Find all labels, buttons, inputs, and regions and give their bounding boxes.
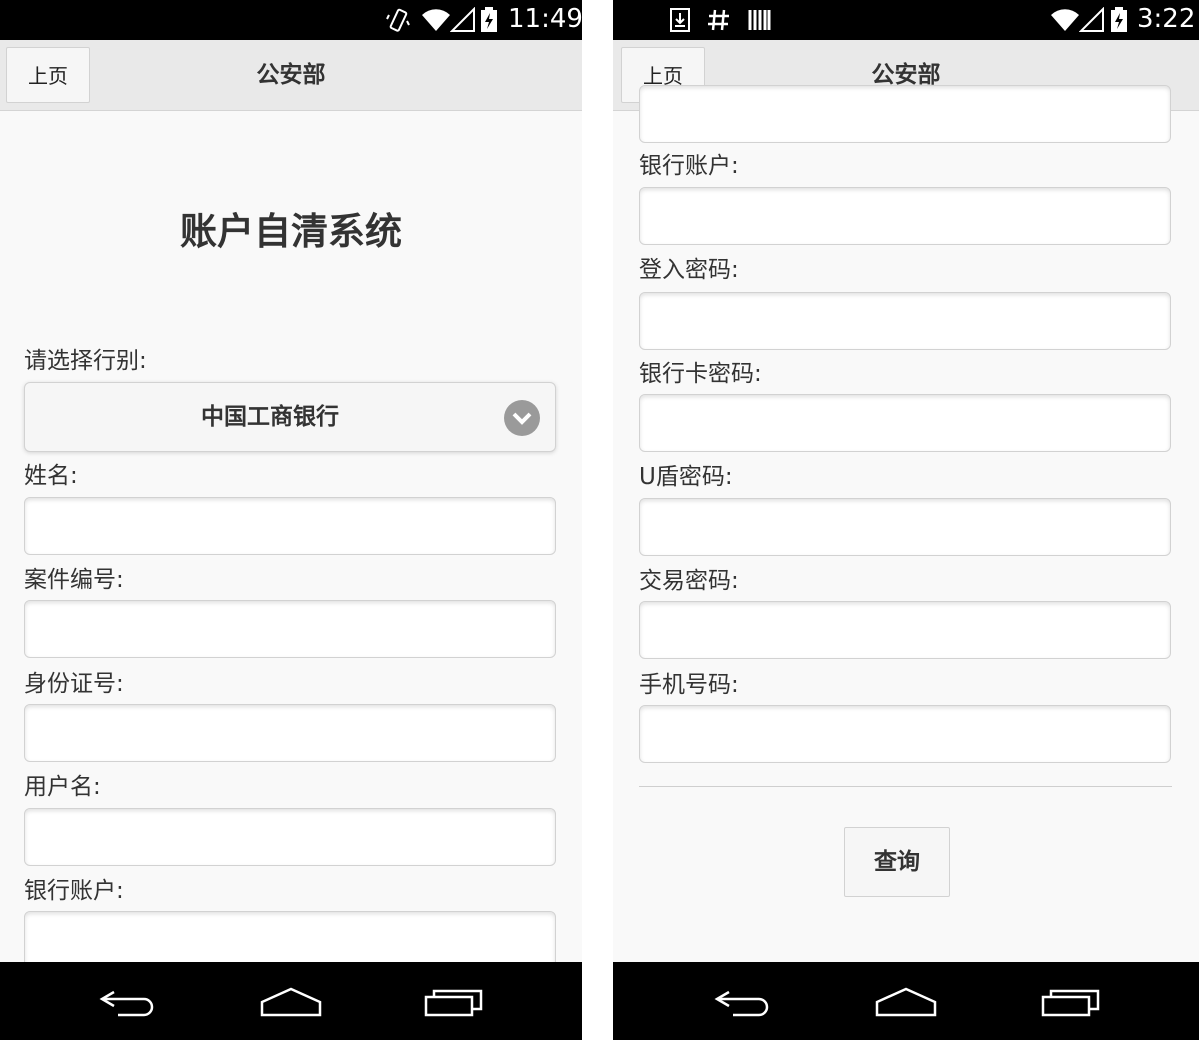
bank-select-value: 中国工商银行 [201,404,339,430]
phone-number-label: 手机号码: [639,672,739,698]
transaction-password-label: 交易密码: [639,568,739,594]
name-field[interactable] [24,497,556,555]
home-icon[interactable] [259,986,323,1018]
usb-key-password-label: U盾密码: [639,464,733,490]
page-title: 账户自清系统 [180,210,402,253]
recents-icon[interactable] [1040,986,1102,1018]
app-header: 公安部 上页 [0,40,582,111]
back-icon[interactable] [713,986,773,1018]
bank-account-field[interactable] [24,911,556,969]
name-label: 姓名: [24,463,78,489]
status-time: 11:49 [508,4,582,34]
barcode-icon [748,10,771,30]
login-password-field[interactable] [639,292,1171,350]
bank-account-label: 银行账户: [24,878,124,904]
hash-icon [708,9,729,31]
status-time: 3:22 [1137,4,1196,34]
status-bar: 11:49 [0,0,582,40]
form-content: 账户自清系统 请选择行别: 中国工商银行 姓名: 案件编号: 身份证号: 用户名… [0,111,582,969]
case-number-label: 案件编号: [24,567,124,593]
id-number-field[interactable] [24,704,556,762]
phone-number-field[interactable] [639,705,1171,763]
status-bar: 3:22 [613,0,1199,40]
previous-field-partial[interactable] [639,85,1171,143]
bank-account-field[interactable] [639,187,1171,245]
form-content: 银行账户: 登入密码: 银行卡密码: U盾密码: 交易密码: 手机号码: 查询 [613,85,1199,962]
login-password-label: 登入密码: [639,257,739,283]
card-password-field[interactable] [639,394,1171,452]
vibrate-icon [386,8,410,32]
navigation-bar [0,962,582,1040]
bank-select[interactable]: 中国工商银行 [24,382,556,452]
back-icon[interactable] [98,986,158,1018]
divider [639,786,1172,787]
left-phone-screen: 11:49 公安部 上页 账户自清系统 请选择行别: 中国工商银行 姓名: 案件… [0,0,582,1040]
wifi-icon [422,9,450,31]
right-phone-screen: 3:22 公安部 上页 银行账户: 登入密码: 银行卡密码: U盾密码: 交易密… [613,0,1199,1040]
id-number-label: 身份证号: [24,671,124,697]
navigation-bar [613,962,1199,1040]
bank-account-label: 银行账户: [639,153,739,179]
query-button[interactable]: 查询 [844,827,950,897]
usb-key-password-field[interactable] [639,498,1171,556]
bank-select-label: 请选择行别: [24,348,147,374]
case-number-field[interactable] [24,600,556,658]
username-label: 用户名: [24,774,101,800]
battery-icon [1111,7,1127,32]
recents-icon[interactable] [423,986,485,1018]
card-password-label: 银行卡密码: [639,361,762,387]
wifi-icon [1051,9,1079,31]
download-icon [670,8,690,32]
username-field[interactable] [24,808,556,866]
signal-icon [450,7,475,32]
back-button[interactable]: 上页 [6,47,90,103]
chevron-down-icon [504,400,540,436]
transaction-password-field[interactable] [639,601,1171,659]
signal-icon [1079,7,1104,32]
home-icon[interactable] [874,986,938,1018]
battery-icon [481,7,497,32]
